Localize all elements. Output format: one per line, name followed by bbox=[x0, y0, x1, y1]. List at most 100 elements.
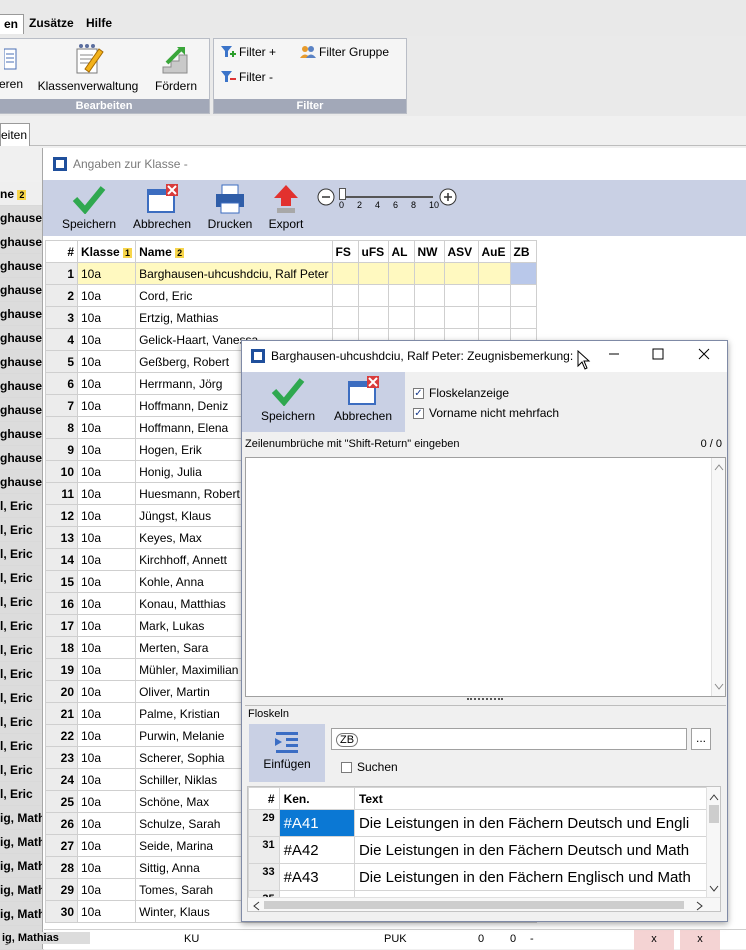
cell-name[interactable]: Cord, Eric bbox=[135, 284, 333, 307]
list-item[interactable]: l, Eric bbox=[0, 782, 44, 806]
floskel-cell-key[interactable]: #A43 bbox=[278, 863, 355, 891]
list-item[interactable]: ghausen bbox=[0, 398, 44, 422]
cell-grade[interactable] bbox=[357, 284, 389, 307]
col-header-al[interactable]: AL bbox=[387, 240, 415, 263]
cell-grade[interactable] bbox=[387, 262, 415, 285]
cell-klasse[interactable]: 10a bbox=[76, 746, 137, 769]
cell-grade[interactable] bbox=[331, 262, 359, 285]
floskeln-col-text[interactable]: Text bbox=[353, 787, 720, 810]
cell-klasse[interactable]: 10a bbox=[76, 350, 137, 373]
scroll-up-icon[interactable] bbox=[714, 463, 724, 471]
ribbon-cut-button[interactable]: eren bbox=[0, 45, 23, 91]
zoom-thumb[interactable] bbox=[339, 188, 346, 200]
col-header-name[interactable]: Name 2 bbox=[135, 240, 333, 263]
cell-grade[interactable] bbox=[387, 284, 415, 307]
list-item[interactable]: ghausen bbox=[0, 350, 44, 374]
list-item[interactable]: l, Eric bbox=[0, 638, 44, 662]
floskel-cell-text[interactable]: Die Leistungen in den Fächern Deutsch un… bbox=[353, 836, 720, 864]
cell-klasse[interactable]: 10a bbox=[76, 724, 137, 747]
cell-grade[interactable] bbox=[387, 306, 415, 329]
cell-klasse[interactable]: 10a bbox=[76, 438, 137, 461]
cell-klasse[interactable]: 10a bbox=[76, 394, 137, 417]
list-item[interactable]: l, Eric bbox=[0, 566, 44, 590]
list-item[interactable]: l, Eric bbox=[0, 686, 44, 710]
cell-zb[interactable] bbox=[509, 284, 537, 307]
insert-button[interactable]: Einfügen bbox=[253, 730, 321, 771]
cell-zb[interactable] bbox=[509, 306, 537, 329]
filter-plus-button[interactable]: Filter + bbox=[220, 45, 276, 59]
dialog-save-button[interactable]: Speichern bbox=[258, 376, 318, 423]
close-button[interactable] bbox=[684, 345, 724, 369]
cell-klasse[interactable]: 10a bbox=[76, 900, 137, 923]
list-item[interactable]: l, Eric bbox=[0, 590, 44, 614]
cell-klasse[interactable]: 10a bbox=[76, 834, 137, 857]
list-header[interactable]: ne 2 bbox=[0, 182, 44, 206]
floskel-row[interactable]: 33 #A43 Die Leistungen in den Fächern Engl… bbox=[248, 863, 720, 891]
cell-klasse[interactable]: 10a bbox=[76, 768, 137, 791]
dialog-cancel-button[interactable]: Abbrechen bbox=[332, 376, 394, 423]
cell-klasse[interactable]: 10a bbox=[76, 878, 137, 901]
list-item[interactable]: ig, Math bbox=[0, 854, 44, 878]
klassenverwaltung-button[interactable]: Klassenverwaltung bbox=[37, 43, 139, 93]
suchen-checkbox[interactable]: Suchen bbox=[341, 760, 398, 774]
cell-grade[interactable] bbox=[443, 306, 479, 329]
cell-klasse[interactable]: 10a bbox=[76, 504, 137, 527]
cell-grade[interactable] bbox=[477, 284, 511, 307]
list-item[interactable]: ghausen bbox=[0, 254, 44, 278]
cell-grade[interactable] bbox=[413, 262, 445, 285]
cell-klasse[interactable]: 10a bbox=[76, 460, 137, 483]
list-item[interactable]: ig, Math bbox=[0, 806, 44, 830]
scroll-left-icon[interactable] bbox=[252, 901, 260, 911]
cell-klasse[interactable]: 10a bbox=[76, 372, 137, 395]
list-item[interactable]: ghausen bbox=[0, 446, 44, 470]
cell-klasse[interactable]: 10a bbox=[76, 482, 137, 505]
list-item[interactable]: ig, Math bbox=[0, 830, 44, 854]
floskel-row[interactable]: 31 #A42 Die Leistungen in den Fächern Deut… bbox=[248, 836, 720, 864]
maximize-button[interactable] bbox=[638, 345, 678, 369]
cell-grade[interactable] bbox=[477, 262, 511, 285]
scroll-down-icon[interactable] bbox=[714, 683, 724, 691]
list-item[interactable]: ghausen bbox=[0, 422, 44, 446]
col-header-num[interactable]: # bbox=[45, 240, 78, 263]
col-header-ufs[interactable]: uFS bbox=[357, 240, 389, 263]
cell-grade[interactable] bbox=[443, 262, 479, 285]
cell-klasse[interactable]: 10a bbox=[76, 328, 137, 351]
cell-grade[interactable] bbox=[331, 284, 359, 307]
floskel-cell-text[interactable]: Die Leistungen in den Fächern Englisch u… bbox=[353, 863, 720, 891]
table-row[interactable]: 3 10a Ertzig, Mathias bbox=[45, 306, 537, 329]
textarea-scrollbar[interactable] bbox=[711, 458, 725, 696]
cell-klasse[interactable]: 10a bbox=[76, 790, 137, 813]
vorname-checkbox[interactable]: ✓ Vorname nicht mehrfach bbox=[413, 406, 559, 420]
list-item[interactable]: ghausen bbox=[0, 470, 44, 494]
cell-klasse[interactable]: 10a bbox=[76, 262, 137, 285]
cell-name[interactable]: Barghausen-uhcushdciu, Ralf Peter bbox=[135, 262, 333, 285]
col-header-klasse[interactable]: Klasse 1 bbox=[76, 240, 137, 263]
cell-klasse[interactable]: 10a bbox=[76, 680, 137, 703]
filter-minus-button[interactable]: Filter - bbox=[220, 70, 273, 84]
cell-grade[interactable] bbox=[413, 306, 445, 329]
hscroll-thumb[interactable] bbox=[264, 901, 684, 909]
print-button[interactable]: Drucken bbox=[205, 184, 255, 231]
floskel-cell-key[interactable]: #A41 bbox=[278, 809, 355, 837]
filter-gruppe-button[interactable]: Filter Gruppe bbox=[300, 45, 389, 59]
list-item[interactable]: l, Eric bbox=[0, 494, 44, 518]
cell-klasse[interactable]: 10a bbox=[76, 812, 137, 835]
cell-klasse[interactable]: 10a bbox=[76, 702, 137, 725]
floskeln-col-key[interactable]: Ken. bbox=[278, 787, 355, 810]
list-item[interactable]: l, Eric bbox=[0, 614, 44, 638]
list-item[interactable]: ghausen bbox=[0, 302, 44, 326]
remark-textarea[interactable] bbox=[245, 457, 726, 697]
list-item[interactable]: ghausen bbox=[0, 278, 44, 302]
cell-klasse[interactable]: 10a bbox=[76, 570, 137, 593]
menu-item-zusaetze[interactable]: Zusätze bbox=[24, 14, 79, 34]
cell-grade[interactable] bbox=[331, 306, 359, 329]
list-item[interactable]: ghausen bbox=[0, 206, 44, 230]
cell-klasse[interactable]: 10a bbox=[76, 284, 137, 307]
menu-item-hilfe[interactable]: Hilfe bbox=[81, 14, 117, 34]
document-tab[interactable]: eiten bbox=[0, 123, 30, 146]
foerdern-button[interactable]: Fördern bbox=[151, 43, 201, 93]
list-item[interactable]: l, Eric bbox=[0, 758, 44, 782]
cell-klasse[interactable]: 10a bbox=[76, 416, 137, 439]
floskeln-vscrollbar[interactable] bbox=[706, 787, 720, 897]
list-item[interactable]: l, Eric bbox=[0, 662, 44, 686]
